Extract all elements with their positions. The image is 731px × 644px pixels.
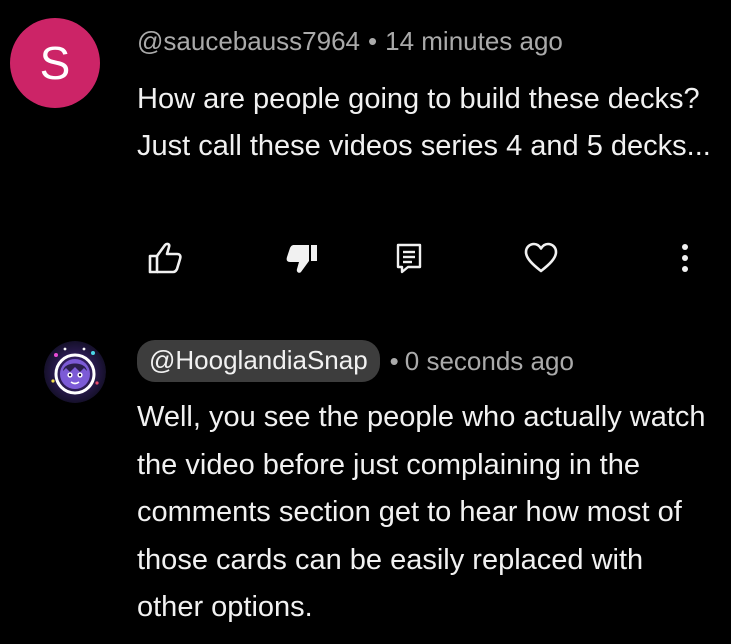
comment-meta: @HooglandiaSnap • 0 seconds ago (137, 340, 574, 382)
avatar[interactable] (44, 341, 106, 403)
like-button[interactable] (143, 236, 187, 280)
timestamp[interactable]: 14 minutes ago (385, 26, 563, 56)
timestamp[interactable]: 0 seconds ago (405, 346, 574, 377)
comment-2: @HooglandiaSnap • 0 seconds ago Well, you … (0, 318, 731, 644)
comment-text: How are people going to build these deck… (137, 83, 711, 162)
comment-1: S @saucebauss7964 • 14 minutes ago How are… (0, 0, 731, 300)
comment-meta: @saucebauss7964 • 14 minutes ago (137, 26, 563, 57)
more-vertical-icon (680, 241, 690, 275)
avatar[interactable]: S (10, 18, 100, 108)
author-handle[interactable]: @HooglandiaSnap (137, 340, 380, 382)
author-handle[interactable]: @saucebauss7964 (137, 26, 360, 56)
thumbs-down-icon (284, 241, 320, 275)
heart-icon (523, 241, 559, 275)
reply-button[interactable] (387, 236, 431, 280)
reply-icon (394, 241, 424, 275)
separator: • (368, 26, 378, 56)
separator: • (389, 345, 399, 376)
avatar-letter: S (39, 37, 71, 89)
comment-actions (0, 236, 731, 280)
dislike-button[interactable] (280, 236, 324, 280)
more-button[interactable] (663, 236, 707, 280)
avatar-image (44, 341, 106, 403)
heart-button[interactable] (519, 236, 563, 280)
comment-text: Well, you see the people who actually wa… (137, 401, 706, 623)
thumbs-up-icon (147, 241, 183, 275)
